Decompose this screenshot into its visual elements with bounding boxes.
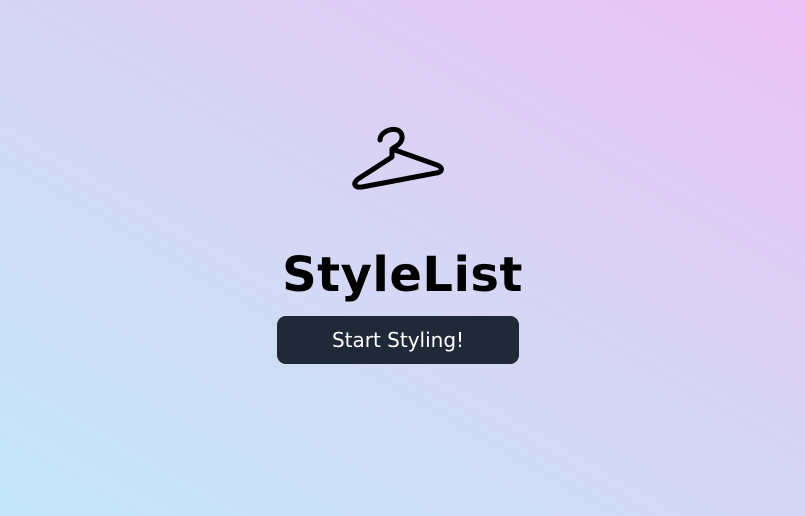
landing-hero: StyleList Start Styling! bbox=[0, 0, 805, 516]
clothes-hanger-icon bbox=[352, 126, 444, 190]
app-title: StyleList bbox=[282, 247, 523, 304]
start-styling-button[interactable]: Start Styling! bbox=[277, 316, 519, 364]
